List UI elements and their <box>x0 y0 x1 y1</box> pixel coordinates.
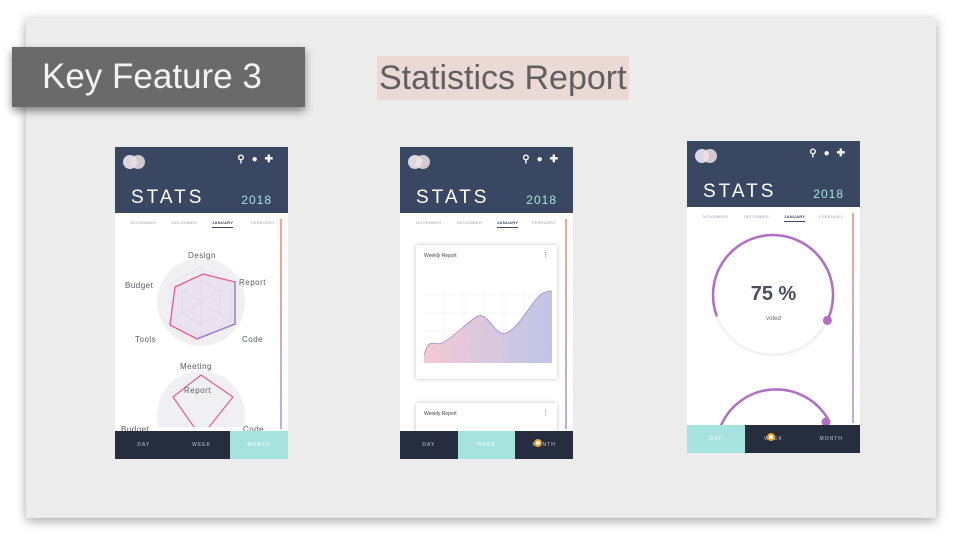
scroll-rail[interactable] <box>565 219 567 429</box>
notification-icon[interactable]: ● <box>537 154 550 165</box>
feature-label: Key Feature 3 <box>12 47 305 107</box>
tab-week[interactable]: WEEK <box>173 431 231 459</box>
area-chart <box>423 289 553 363</box>
more-icon[interactable]: ⋮ <box>542 409 549 417</box>
app-header: ⚲●✚ STATS 2018 <box>400 147 573 213</box>
gauge-progress-arc <box>711 233 835 322</box>
radar-label-design: Design <box>188 251 216 260</box>
month-tab-february[interactable]: FEBRUARY <box>251 220 275 225</box>
tab-day[interactable]: DAY <box>115 431 173 459</box>
phone-weekly-screen: ⚲●✚ STATS 2018 NOVEMBER DECEMBER JANUARY… <box>400 147 573 459</box>
app-logo <box>123 155 145 169</box>
radar-label-budget: Budget <box>125 281 154 290</box>
month-tab-february[interactable]: FEBRUARY <box>532 220 556 225</box>
search-icon[interactable]: ⚲ <box>522 154 536 165</box>
report-title: Statistics Report <box>377 56 629 100</box>
notification-icon[interactable]: ● <box>252 154 265 165</box>
radar-label-meeting: Meeting <box>180 362 212 371</box>
header-icons: ⚲●✚ <box>237 154 280 165</box>
weekly-report-card-2: Weekly Report ⋮ <box>416 403 557 433</box>
radar-label-code: Code <box>242 335 264 344</box>
app-title: STATS <box>416 187 490 208</box>
year-label: 2018 <box>526 193 557 207</box>
phone-radar-screen: ⚲●✚ STATS 2018 NOVEMBER DECEMBER JANUARY… <box>115 147 288 459</box>
tab-week[interactable]: WEEK <box>457 431 516 459</box>
phone-voted-screen: ⚲●✚ STATS 2018 NOVEMBER DECEMBER JANUARY… <box>687 141 860 453</box>
voted-caption: voted <box>766 316 781 322</box>
percent-value: 75 % <box>750 283 797 305</box>
area-series <box>424 291 552 363</box>
month-tab-january[interactable]: JANUARY <box>212 220 234 228</box>
add-icon[interactable]: ✚ <box>265 154 280 165</box>
month-tab-december[interactable]: DECEMBER <box>172 220 197 225</box>
month-tabs: NOVEMBER DECEMBER JANUARY FEBRUARY <box>400 220 573 234</box>
app-header: ⚲●✚ STATS 2018 <box>115 147 288 213</box>
month-tab-december[interactable]: DECEMBER <box>457 220 482 225</box>
bottom-tab-bar: DAY WEEK MONTH <box>400 431 573 459</box>
tab-day[interactable]: DAY <box>687 425 745 453</box>
radar2-label-report: Report <box>184 386 212 395</box>
touch-indicator <box>767 433 775 441</box>
month-tabs: NOVEMBER DECEMBER JANUARY FEBRUARY <box>115 220 288 234</box>
app-logo <box>408 155 430 169</box>
tab-month[interactable]: MONTH <box>515 431 573 459</box>
month-tab-january[interactable]: JANUARY <box>497 220 519 228</box>
card-title: Weekly Report <box>424 253 457 259</box>
header-icons: ⚲●✚ <box>522 154 565 165</box>
more-icon[interactable]: ⋮ <box>542 251 549 259</box>
app-title: STATS <box>131 187 205 208</box>
tab-day[interactable]: DAY <box>400 431 458 459</box>
search-icon[interactable]: ⚲ <box>237 154 251 165</box>
year-label: 2018 <box>241 193 272 207</box>
card-title: Weekly Report <box>424 411 457 417</box>
weekly-report-card: Weekly Report ⋮ <box>416 245 557 379</box>
tab-month[interactable]: MONTH <box>802 425 860 453</box>
tab-month[interactable]: MONTH <box>230 431 288 459</box>
month-tab-november[interactable]: NOVEMBER <box>416 220 441 225</box>
add-icon[interactable]: ✚ <box>550 154 565 165</box>
radar-label-report: Report <box>239 278 267 287</box>
month-tab-november[interactable]: NOVEMBER <box>131 220 156 225</box>
touch-indicator <box>534 439 542 447</box>
radar-label-tools: Tools <box>135 335 157 344</box>
bottom-tab-bar: DAY WEEK MONTH <box>115 431 288 459</box>
